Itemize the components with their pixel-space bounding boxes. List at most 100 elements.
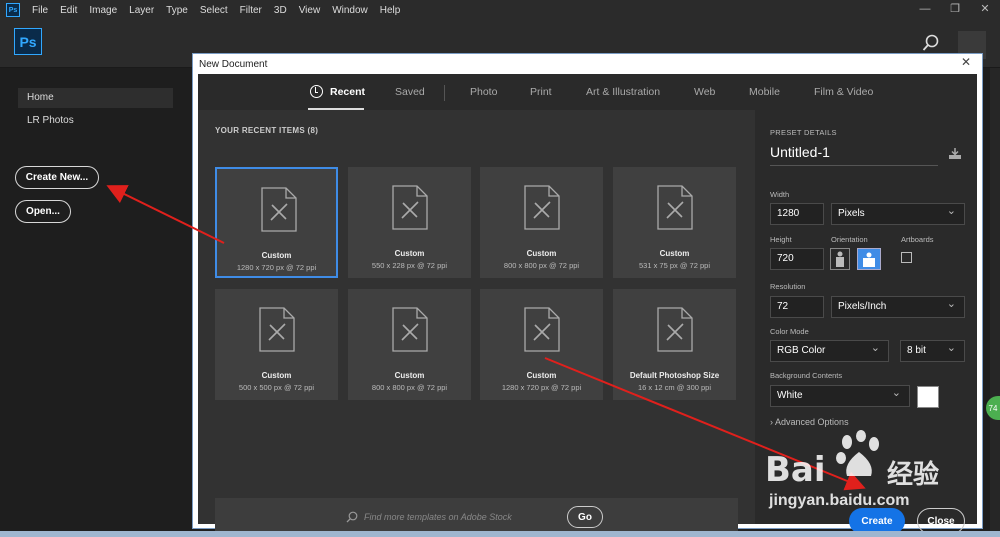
tab-recent[interactable]: Recent: [330, 86, 365, 98]
recent-item-card[interactable]: Custom 800 x 800 px @ 72 ppi: [348, 289, 471, 400]
stock-search-input[interactable]: Find more templates on Adobe Stock: [364, 512, 512, 522]
category-tabs: Recent Saved Photo Print Art & Illustrat…: [198, 74, 977, 110]
active-tab-indicator: [308, 108, 364, 110]
bit-depth-select[interactable]: 8 bit: [900, 340, 965, 362]
document-template-icon: [261, 187, 297, 232]
recent-items-heading: YOUR RECENT ITEMS (8): [215, 126, 319, 135]
resolution-unit-select[interactable]: Pixels/Inch: [831, 296, 965, 318]
tab-divider: [444, 85, 445, 101]
scrollbar[interactable]: [990, 68, 1000, 537]
menu-type[interactable]: Type: [160, 5, 194, 16]
go-button[interactable]: Go: [567, 506, 603, 528]
dialog-title: New Document: [199, 59, 268, 70]
recent-item-title: Custom: [659, 249, 690, 258]
background-color-swatch[interactable]: [917, 386, 939, 408]
recent-item-card[interactable]: Default Photoshop Size 16 x 12 cm @ 300 p…: [613, 289, 736, 400]
notification-badge: 74: [986, 396, 1000, 420]
tab-mobile[interactable]: Mobile: [749, 86, 780, 98]
height-input[interactable]: 720: [770, 248, 824, 270]
sidebar-item-lr-photos[interactable]: LR Photos: [18, 111, 173, 131]
recent-count: (8): [307, 126, 319, 135]
landscape-orientation-icon[interactable]: [857, 248, 881, 270]
background-select[interactable]: White: [770, 385, 910, 407]
artboards-label: Artboards: [901, 235, 934, 244]
document-template-icon: [259, 307, 295, 352]
recent-item-title: Default Photoshop Size: [629, 371, 720, 380]
recent-item-title: Custom: [261, 251, 292, 260]
document-name-input[interactable]: Untitled-1: [770, 144, 938, 166]
menu-3d[interactable]: 3D: [268, 5, 293, 16]
resolution-input[interactable]: 72: [770, 296, 824, 318]
menu-window[interactable]: Window: [326, 5, 374, 16]
background-label: Background Contents: [770, 371, 843, 380]
photoshop-logo: Ps: [14, 28, 42, 55]
portrait-orientation-icon[interactable]: [830, 248, 850, 270]
resolution-label: Resolution: [770, 282, 806, 291]
watermark-url: jingyan.baidu.com: [769, 492, 910, 509]
ps-app-icon: Ps: [6, 3, 20, 17]
recent-item-card[interactable]: Custom 531 x 75 px @ 72 ppi: [613, 167, 736, 278]
watermark-bai: Bai: [765, 450, 826, 490]
create-new-button[interactable]: Create New...: [15, 166, 99, 189]
document-template-icon: [657, 185, 693, 230]
recent-item-title: Custom: [526, 249, 557, 258]
artboards-checkbox[interactable]: [901, 252, 912, 263]
restore-icon[interactable]: ❐: [940, 0, 970, 20]
preset-heading: PRESET DETAILS: [770, 128, 837, 137]
recent-item-card[interactable]: Custom 550 x 228 px @ 72 ppi: [348, 167, 471, 278]
menu-select[interactable]: Select: [194, 5, 234, 16]
tab-saved[interactable]: Saved: [395, 86, 425, 98]
watermark-jingyan: 经验: [887, 459, 940, 489]
color-mode-select[interactable]: RGB Color: [770, 340, 889, 362]
sidebar-item-home[interactable]: Home: [18, 88, 173, 108]
recent-item-size: 1280 x 720 px @ 72 ppi: [236, 263, 317, 272]
tab-web[interactable]: Web: [694, 86, 715, 98]
recent-item-card[interactable]: Custom 500 x 500 px @ 72 ppi: [215, 289, 338, 400]
recent-item-card[interactable]: Custom 1280 x 720 px @ 72 ppi: [215, 167, 338, 278]
window-controls: — ❐ ✕: [910, 0, 1000, 20]
start-sidebar: Home LR Photos Create New... Open...: [0, 68, 190, 537]
menu-help[interactable]: Help: [374, 5, 407, 16]
menu-bar: Ps File Edit Image Layer Type Select Fil…: [0, 0, 1000, 20]
menu-file[interactable]: File: [26, 5, 54, 16]
tab-art-illustration[interactable]: Art & Illustration: [586, 86, 660, 98]
menu-edit[interactable]: Edit: [54, 5, 83, 16]
recent-item-size: 800 x 800 px @ 72 ppi: [371, 383, 448, 392]
search-icon[interactable]: [922, 34, 940, 52]
open-button[interactable]: Open...: [15, 200, 71, 223]
recent-item-title: Custom: [394, 249, 425, 258]
dialog-close-icon[interactable]: ✕: [954, 55, 978, 69]
document-template-icon: [524, 185, 560, 230]
tab-film-video[interactable]: Film & Video: [814, 86, 873, 98]
recent-item-size: 16 x 12 cm @ 300 ppi: [637, 383, 712, 392]
recent-item-size: 1280 x 720 px @ 72 ppi: [501, 383, 582, 392]
menu-view[interactable]: View: [293, 5, 327, 16]
menu-layer[interactable]: Layer: [123, 5, 160, 16]
orientation-label: Orientation: [831, 235, 868, 244]
minimize-icon[interactable]: —: [910, 0, 940, 20]
color-mode-label: Color Mode: [770, 327, 809, 336]
recent-item-size: 800 x 800 px @ 72 ppi: [503, 261, 580, 270]
document-template-icon: [524, 307, 560, 352]
os-taskbar: [0, 531, 1000, 537]
height-label: Height: [770, 235, 792, 244]
recent-item-size: 531 x 75 px @ 72 ppi: [639, 261, 710, 270]
menu-filter[interactable]: Filter: [234, 5, 268, 16]
advanced-options-toggle[interactable]: › Advanced Options: [770, 417, 849, 427]
recent-item-card[interactable]: Custom 800 x 800 px @ 72 ppi: [480, 167, 603, 278]
recent-item-title: Custom: [394, 371, 425, 380]
document-template-icon: [657, 307, 693, 352]
tab-print[interactable]: Print: [530, 86, 552, 98]
recent-item-size: 550 x 228 px @ 72 ppi: [371, 261, 448, 270]
document-template-icon: [392, 307, 428, 352]
recent-item-size: 500 x 500 px @ 72 ppi: [238, 383, 315, 392]
close-window-icon[interactable]: ✕: [970, 0, 1000, 20]
document-template-icon: [392, 185, 428, 230]
tab-photo[interactable]: Photo: [470, 86, 497, 98]
save-preset-icon[interactable]: [948, 148, 962, 160]
width-unit-select[interactable]: Pixels: [831, 203, 965, 225]
recent-item-card[interactable]: Custom 1280 x 720 px @ 72 ppi: [480, 289, 603, 400]
width-input[interactable]: 1280: [770, 203, 824, 225]
menu-image[interactable]: Image: [83, 5, 123, 16]
recent-item-title: Custom: [526, 371, 557, 380]
